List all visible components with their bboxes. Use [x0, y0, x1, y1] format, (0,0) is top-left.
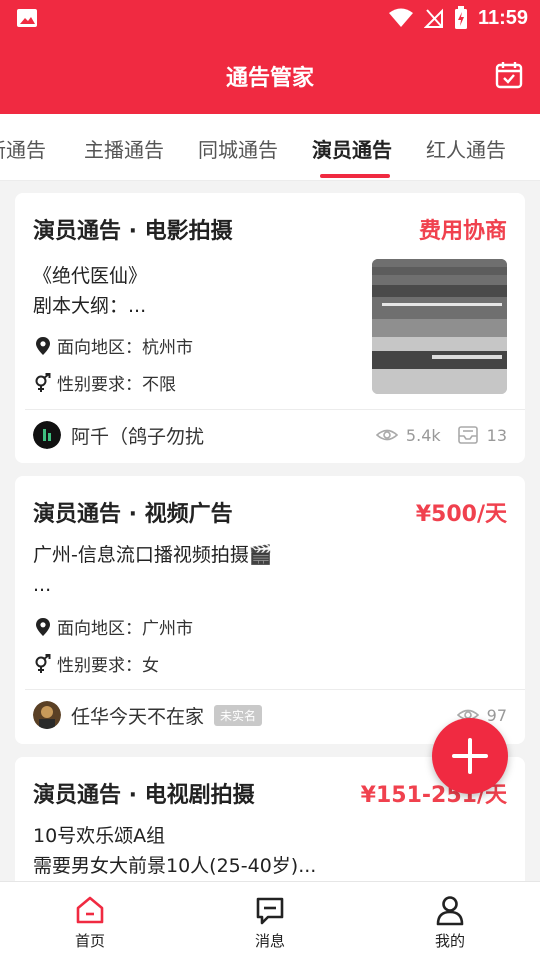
notice-card[interactable]: 演员通告 · 电影拍摄 费用协商 《绝代医仙》 剧本大纲：... 面向地区：杭州…: [15, 193, 525, 463]
gender-icon: [35, 372, 51, 392]
card-title: 演员通告 · 视频广告: [33, 502, 233, 527]
card-gender: 性别要求：女: [33, 651, 159, 676]
nav-messages-label: 消息: [254, 932, 285, 950]
card-thumbnail: [372, 259, 507, 394]
card-author[interactable]: 任华今天不在家 未实名: [33, 701, 263, 729]
card-desc-line2: 需要男女大前景10人(25-40岁)...: [33, 855, 317, 877]
view-count: 97: [486, 705, 507, 725]
message-count: 13: [486, 425, 507, 445]
nav-messages[interactable]: 消息: [230, 894, 310, 951]
location-pin-icon: [36, 336, 50, 355]
active-tab-indicator: [320, 174, 390, 178]
author-name: 阿千（鸽子勿扰: [71, 425, 205, 448]
page-title: 通告管家: [225, 66, 314, 91]
card-price: ¥500/天: [415, 502, 507, 527]
wifi-icon: [388, 8, 413, 27]
home-icon: [76, 896, 104, 924]
tab-host[interactable]: 主播通告: [84, 134, 164, 163]
card-author[interactable]: 阿千（鸽子勿扰: [33, 421, 204, 449]
card-divider: [25, 409, 525, 410]
status-bar: 11:59: [0, 0, 540, 36]
tab-local[interactable]: 同城通告: [198, 134, 278, 163]
card-desc-line1: 《绝代医仙》: [33, 265, 148, 287]
gallery-icon: [17, 9, 37, 27]
app-header: 通告管家: [0, 36, 540, 114]
status-time: 11:59: [477, 6, 528, 29]
inbox-icon: [457, 426, 478, 444]
card-price: 费用协商: [418, 219, 507, 244]
card-location: 面向地区：杭州市: [33, 333, 193, 358]
office-photo-image: [372, 259, 507, 394]
battery-charging-icon: [454, 6, 467, 29]
nav-mine-label: 我的: [434, 932, 465, 950]
card-desc-line2: ...: [33, 574, 52, 596]
gender-label: 性别要求：女: [57, 656, 159, 676]
card-desc-line1: 10号欢乐颂A组: [33, 825, 166, 847]
eye-icon: [375, 429, 398, 441]
author-name: 任华今天不在家: [71, 705, 205, 728]
no-signal-icon: [423, 8, 443, 28]
unverified-badge: 未实名: [214, 704, 263, 726]
calendar-icon[interactable]: [494, 60, 524, 90]
gender-icon: [35, 653, 51, 673]
location-label: 面向地区：广州市: [57, 619, 193, 639]
user-icon: [436, 896, 464, 926]
card-title: 演员通告 · 电视剧拍摄: [33, 783, 255, 808]
card-location: 面向地区：广州市: [33, 614, 193, 639]
card-desc-line2: 剧本大纲：...: [33, 295, 147, 317]
card-stats: 5.4k 13: [375, 424, 507, 446]
bottom-nav: 首页 消息 我的: [0, 881, 540, 961]
card-gender: 性别要求：不限: [33, 370, 176, 395]
nav-home[interactable]: 首页: [50, 894, 130, 951]
location-label: 面向地区：杭州市: [57, 338, 193, 358]
message-icon: [256, 897, 284, 925]
avatar: [33, 701, 61, 729]
add-notice-button[interactable]: [432, 718, 508, 794]
avatar: [33, 421, 61, 449]
gender-label: 性别要求：不限: [57, 375, 176, 395]
nav-mine[interactable]: 我的: [410, 894, 490, 951]
card-desc-line1: 广州-信息流口播视频拍摄🎬: [33, 544, 273, 566]
card-title: 演员通告 · 电影拍摄: [33, 219, 233, 244]
tab-influencer[interactable]: 红人通告: [426, 134, 506, 163]
location-pin-icon: [36, 617, 50, 636]
nav-home-label: 首页: [74, 932, 105, 950]
card-divider: [25, 689, 525, 690]
tab-new[interactable]: 新通告: [0, 134, 46, 163]
notice-card[interactable]: 演员通告 · 视频广告 ¥500/天 广州-信息流口播视频拍摄🎬 ... 面向地…: [15, 476, 525, 744]
view-count: 5.4k: [405, 425, 441, 445]
category-tabs: 新通告 主播通告 同城通告 演员通告 红人通告: [0, 114, 540, 181]
tab-actor[interactable]: 演员通告: [312, 134, 392, 163]
